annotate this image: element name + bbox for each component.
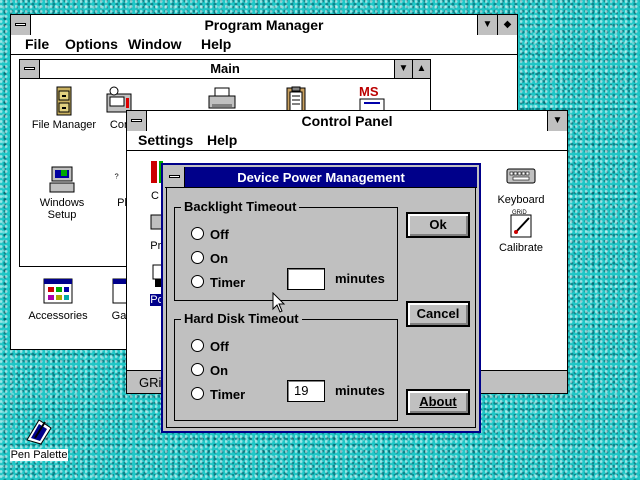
control-panel-titlebar[interactable]: Control Panel ▼: [127, 111, 567, 132]
mouse-pointer-icon: [272, 292, 286, 313]
backlight-timeout-group: Backlight Timeout Off On Timer minutes: [174, 199, 398, 301]
ms-dos-logo-text: MS: [359, 84, 379, 99]
menu-file[interactable]: File: [25, 36, 49, 52]
grid-logo-text: GRiD: [512, 210, 527, 216]
keyboard-icon: [506, 168, 536, 184]
menu-settings[interactable]: Settings: [138, 132, 193, 148]
keyboard-applet[interactable]: Keyboard: [489, 161, 553, 206]
radio-label: Timer: [210, 387, 246, 402]
dialog-titlebar[interactable]: Device Power Management: [165, 167, 477, 188]
radio-label: Off: [210, 339, 229, 354]
harddisk-off-radio[interactable]: Off: [191, 339, 229, 354]
icon-label: C: [151, 190, 159, 202]
icon-label: Keyboard: [497, 194, 545, 206]
icon-label: Calibrate: [498, 242, 544, 254]
harddisk-minutes-input[interactable]: 19: [287, 380, 325, 402]
control-panel-title: Control Panel: [301, 113, 393, 129]
ms-dos-icon: MS: [359, 84, 385, 112]
backlight-minutes-input[interactable]: [287, 268, 325, 290]
backlight-off-radio[interactable]: Off: [191, 227, 229, 242]
menu-cp-help[interactable]: Help: [207, 132, 237, 148]
harddisk-timer-radio[interactable]: Timer: [191, 387, 245, 402]
backlight-timeout-label: Backlight Timeout: [181, 199, 300, 214]
icon-label: Ga: [111, 310, 127, 322]
icon-label: File Manager: [31, 119, 97, 131]
program-manager-titlebar[interactable]: Program Manager ▼ ◆: [11, 15, 517, 36]
minimize-icon[interactable]: ▼: [477, 15, 497, 35]
games-group[interactable]: Ga: [111, 277, 127, 322]
icon-label: Windows Setup: [39, 197, 85, 221]
pen-palette-desktop-icon[interactable]: Pen Palette: [6, 416, 72, 461]
about-button[interactable]: About: [406, 389, 470, 415]
device-power-dialog[interactable]: Device Power Management Backlight Timeou…: [161, 163, 481, 433]
cp-minimize-icon[interactable]: ▼: [547, 111, 567, 131]
calibrate-applet[interactable]: GRiD Calibrate: [489, 209, 553, 254]
harddisk-minutes-unit: minutes: [335, 383, 385, 398]
file-cabinet-icon: [56, 86, 72, 116]
games-group-icon: [112, 278, 127, 304]
file-manager-icon[interactable]: File Manager: [28, 86, 100, 131]
main-group-title: Main: [210, 61, 240, 76]
status-text: GRi: [139, 375, 162, 390]
dialog-system-menu-icon[interactable]: [165, 167, 185, 187]
dialog-title: Device Power Management: [237, 170, 405, 185]
program-manager-menubar: File Options Window Help: [11, 35, 517, 55]
radio-label: On: [210, 251, 229, 266]
windows-setup-shortcut[interactable]: Windows Setup: [32, 164, 92, 221]
svg-text:?: ?: [115, 171, 119, 180]
windows-setup-icon: [49, 166, 75, 193]
system-menu-icon[interactable]: [11, 15, 31, 35]
harddisk-on-radio[interactable]: On: [191, 363, 228, 378]
main-maximize-icon[interactable]: ▲: [412, 60, 430, 78]
menu-help[interactable]: Help: [201, 36, 231, 52]
backlight-timer-radio[interactable]: Timer: [191, 275, 245, 290]
backlight-on-radio[interactable]: On: [191, 251, 228, 266]
radio-label: On: [210, 363, 229, 378]
ok-button[interactable]: Ok: [406, 212, 470, 238]
main-system-menu-icon[interactable]: [20, 60, 40, 78]
main-minimize-icon[interactable]: ▼: [394, 60, 412, 78]
icon-label: Accessories: [28, 310, 88, 322]
pen-palette-icon: [26, 419, 52, 445]
icon-label: Pen Palette: [9, 449, 69, 461]
restore-icon[interactable]: ◆: [497, 15, 517, 35]
menu-window[interactable]: Window: [128, 36, 182, 52]
main-group-titlebar[interactable]: Main ▼ ▲: [20, 60, 430, 79]
radio-label: Off: [210, 227, 229, 242]
harddisk-timeout-group: Hard Disk Timeout Off On Timer 19 minute…: [174, 311, 398, 421]
backlight-minutes-unit: minutes: [335, 271, 385, 286]
menu-options[interactable]: Options: [65, 36, 118, 52]
calibrate-pen-icon: GRiD: [510, 210, 532, 238]
cancel-button[interactable]: Cancel: [406, 301, 470, 327]
control-panel-menubar: Settings Help: [127, 131, 567, 151]
accessories-group-icon: [43, 278, 73, 304]
program-manager-title: Program Manager: [204, 17, 324, 33]
cp-system-menu-icon[interactable]: [127, 111, 147, 131]
radio-label: Timer: [210, 275, 246, 290]
accessories-group[interactable]: Accessories: [23, 277, 93, 322]
